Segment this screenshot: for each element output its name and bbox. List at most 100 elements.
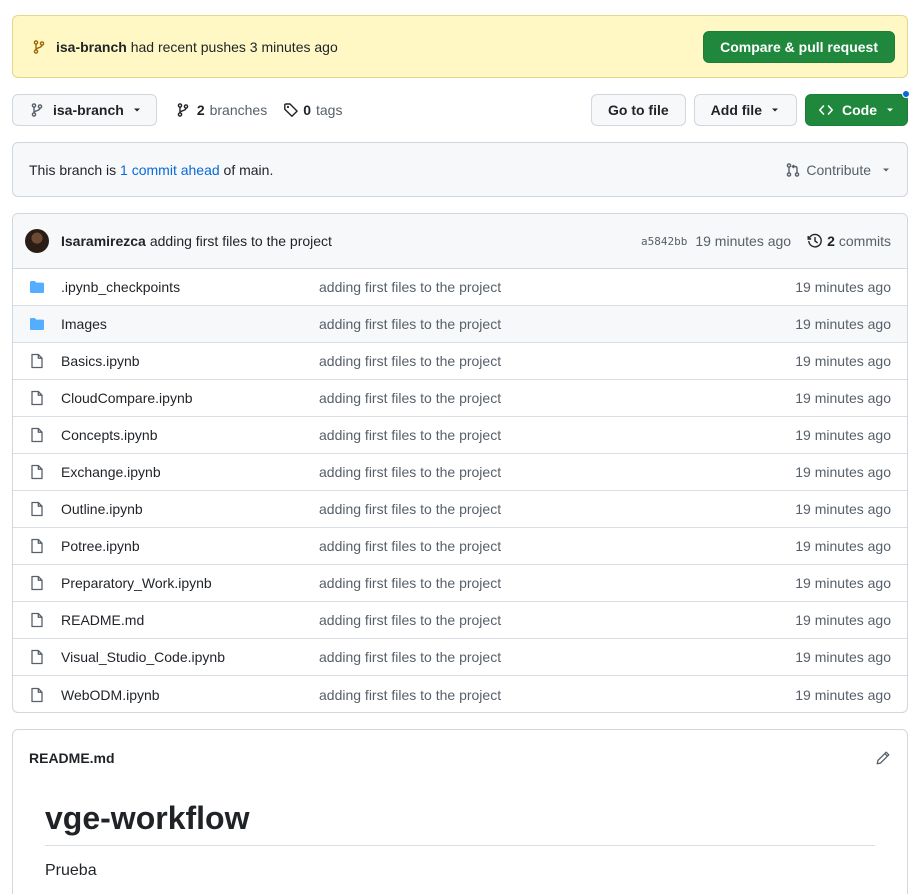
file-name[interactable]: Concepts.ipynb — [61, 427, 319, 443]
table-row[interactable]: Visual_Studio_Code.ipynb adding first fil… — [13, 639, 907, 676]
file-commit-message[interactable]: adding first files to the project — [319, 316, 501, 332]
commit-time: 19 minutes ago — [695, 233, 792, 249]
latest-commit-header: Isaramirezca adding first files to the p… — [13, 214, 907, 269]
caret-down-icon — [881, 165, 891, 175]
file-icon — [29, 464, 45, 480]
commits-label: commits — [838, 233, 891, 249]
file-age: 19 minutes ago — [795, 279, 891, 295]
caret-down-icon — [132, 105, 142, 115]
file-commit-message[interactable]: adding first files to the project — [319, 687, 501, 703]
file-age: 19 minutes ago — [795, 501, 891, 517]
file-name[interactable]: .ipynb_checkpoints — [61, 279, 319, 295]
file-name[interactable]: Visual_Studio_Code.ipynb — [61, 649, 319, 665]
table-row[interactable]: README.md adding first files to the proje… — [13, 602, 907, 639]
branch-select-button[interactable]: isa-branch — [12, 94, 157, 126]
table-row[interactable]: WebODM.ipynb adding first files to the pr… — [13, 676, 907, 712]
code-label: Code — [842, 102, 877, 118]
table-row[interactable]: Basics.ipynb adding first files to the pr… — [13, 343, 907, 380]
repo-toolbar: isa-branch 2 branches 0 tags Go to file … — [12, 90, 910, 126]
file-rows: .ipynb_checkpoints adding first files to … — [13, 269, 907, 712]
pencil-icon[interactable] — [875, 750, 891, 766]
commit-sha[interactable]: a5842bb — [641, 235, 687, 248]
file-icon — [29, 538, 45, 554]
table-row[interactable]: CloudCompare.ipynb adding first files to … — [13, 380, 907, 417]
branches-link[interactable]: 2 branches — [175, 102, 267, 118]
code-icon — [818, 102, 834, 118]
file-age: 19 minutes ago — [795, 427, 891, 443]
folder-icon — [29, 279, 45, 295]
table-row[interactable]: Potree.ipynb adding first files to the pr… — [13, 528, 907, 565]
file-icon — [29, 687, 45, 703]
git-branch-icon — [175, 102, 191, 118]
ahead-prefix: This branch is — [29, 161, 121, 178]
file-age: 19 minutes ago — [795, 612, 891, 628]
file-age: 19 minutes ago — [795, 316, 891, 332]
file-commit-message[interactable]: adding first files to the project — [319, 538, 501, 554]
file-name[interactable]: CloudCompare.ipynb — [61, 390, 319, 406]
contribute-button[interactable]: Contribute — [785, 162, 891, 178]
file-commit-message[interactable]: adding first files to the project — [319, 279, 501, 295]
banner-message: had recent pushes 3 minutes ago — [126, 38, 338, 55]
commits-count: 2 — [827, 233, 835, 249]
banner-branch-name[interactable]: isa-branch — [56, 39, 127, 55]
file-age: 19 minutes ago — [795, 538, 891, 554]
table-row[interactable]: .ipynb_checkpoints adding first files to … — [13, 269, 907, 306]
git-branch-icon — [29, 102, 45, 118]
file-commit-message[interactable]: adding first files to the project — [319, 390, 501, 406]
file-commit-message[interactable]: adding first files to the project — [319, 353, 501, 369]
tags-link[interactable]: 0 tags — [283, 102, 342, 118]
go-to-file-button[interactable]: Go to file — [590, 94, 686, 126]
history-icon — [807, 233, 823, 249]
file-icon — [29, 575, 45, 591]
table-row[interactable]: Outline.ipynb adding first files to the p… — [13, 491, 907, 528]
table-row[interactable]: Preparatory_Work.ipynb adding first files… — [13, 565, 907, 602]
file-icon — [29, 501, 45, 517]
add-file-button[interactable]: Add file — [693, 94, 797, 126]
file-name[interactable]: Images — [61, 316, 319, 332]
file-commit-message[interactable]: adding first files to the project — [319, 501, 501, 517]
readme-filename[interactable]: README.md — [29, 750, 115, 766]
caret-down-icon — [885, 105, 895, 115]
readme-content: vge-workflow Prueba — [13, 786, 907, 894]
file-age: 19 minutes ago — [795, 575, 891, 591]
commit-message[interactable]: adding first files to the project — [150, 233, 332, 249]
file-name[interactable]: Preparatory_Work.ipynb — [61, 575, 319, 591]
file-commit-message[interactable]: adding first files to the project — [319, 575, 501, 591]
commits-ahead-link[interactable]: 1 commit ahead — [120, 162, 220, 178]
table-row[interactable]: Images adding first files to the project 1… — [13, 306, 907, 343]
tags-count: 0 — [303, 102, 311, 118]
file-name[interactable]: Potree.ipynb — [61, 538, 319, 554]
file-commit-message[interactable]: adding first files to the project — [319, 612, 501, 628]
file-commit-message[interactable]: adding first files to the project — [319, 649, 501, 665]
pull-request-icon — [785, 162, 801, 178]
tags-label: tags — [316, 102, 343, 118]
folder-icon — [29, 316, 45, 332]
file-icon — [29, 612, 45, 628]
tag-icon — [283, 102, 299, 118]
file-age: 19 minutes ago — [795, 649, 891, 665]
file-name[interactable]: Exchange.ipynb — [61, 464, 319, 480]
table-row[interactable]: Exchange.ipynb adding first files to the … — [13, 454, 907, 491]
branches-count: 2 — [196, 102, 205, 118]
ahead-suffix: of main. — [219, 161, 274, 178]
file-age: 19 minutes ago — [795, 390, 891, 406]
file-name[interactable]: README.md — [61, 612, 319, 628]
file-list: Isaramirezca adding first files to the p… — [12, 213, 908, 713]
commits-history-link[interactable]: 2 commits — [807, 233, 891, 249]
file-icon — [29, 390, 45, 406]
file-commit-message[interactable]: adding first files to the project — [319, 427, 501, 443]
compare-pull-request-button[interactable]: Compare & pull request — [703, 30, 895, 63]
branch-select-label: isa-branch — [53, 102, 124, 118]
file-icon — [29, 353, 45, 369]
code-button[interactable]: Code — [805, 90, 910, 126]
file-name[interactable]: WebODM.ipynb — [61, 687, 319, 703]
add-file-label: Add file — [710, 102, 762, 118]
table-row[interactable]: Concepts.ipynb adding first files to the … — [13, 417, 907, 454]
file-name[interactable]: Basics.ipynb — [61, 353, 319, 369]
readme-paragraph: Prueba — [45, 862, 97, 879]
git-branch-icon — [31, 39, 47, 55]
avatar[interactable] — [25, 229, 49, 253]
commit-author[interactable]: Isaramirezca — [61, 233, 146, 249]
file-name[interactable]: Outline.ipynb — [61, 501, 319, 517]
file-commit-message[interactable]: adding first files to the project — [319, 464, 501, 480]
